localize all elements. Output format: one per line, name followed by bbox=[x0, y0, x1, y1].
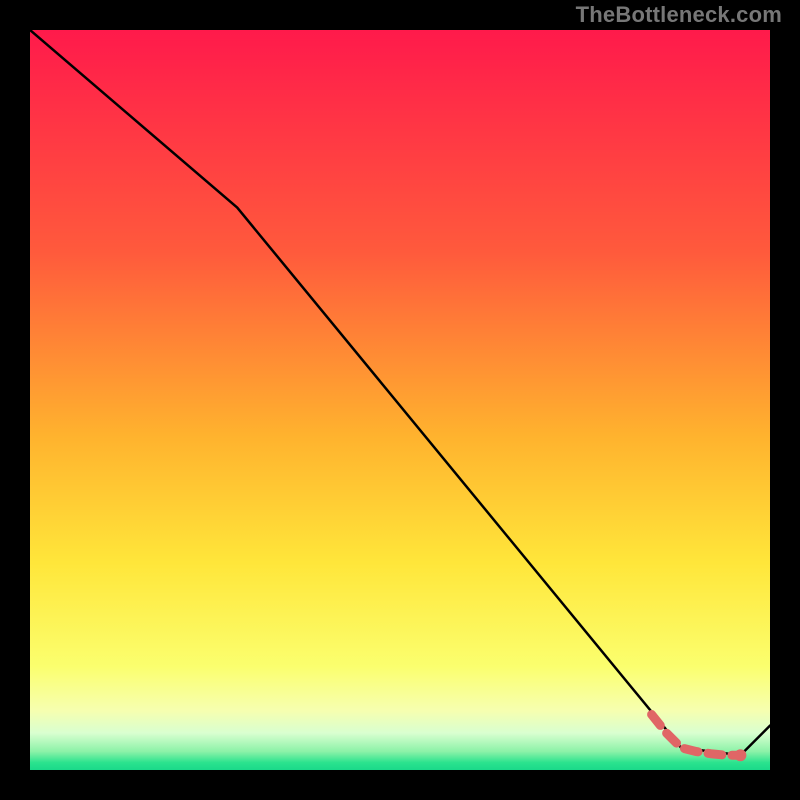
highlight-dashes bbox=[652, 715, 741, 756]
highlight-markers bbox=[652, 715, 747, 762]
highlight-end-dot bbox=[734, 749, 746, 761]
bottleneck-curve bbox=[30, 30, 770, 755]
plot-area bbox=[30, 30, 770, 770]
chart-overlay bbox=[30, 30, 770, 770]
attribution-label: TheBottleneck.com bbox=[576, 2, 782, 28]
chart-stage: TheBottleneck.com bbox=[0, 0, 800, 800]
